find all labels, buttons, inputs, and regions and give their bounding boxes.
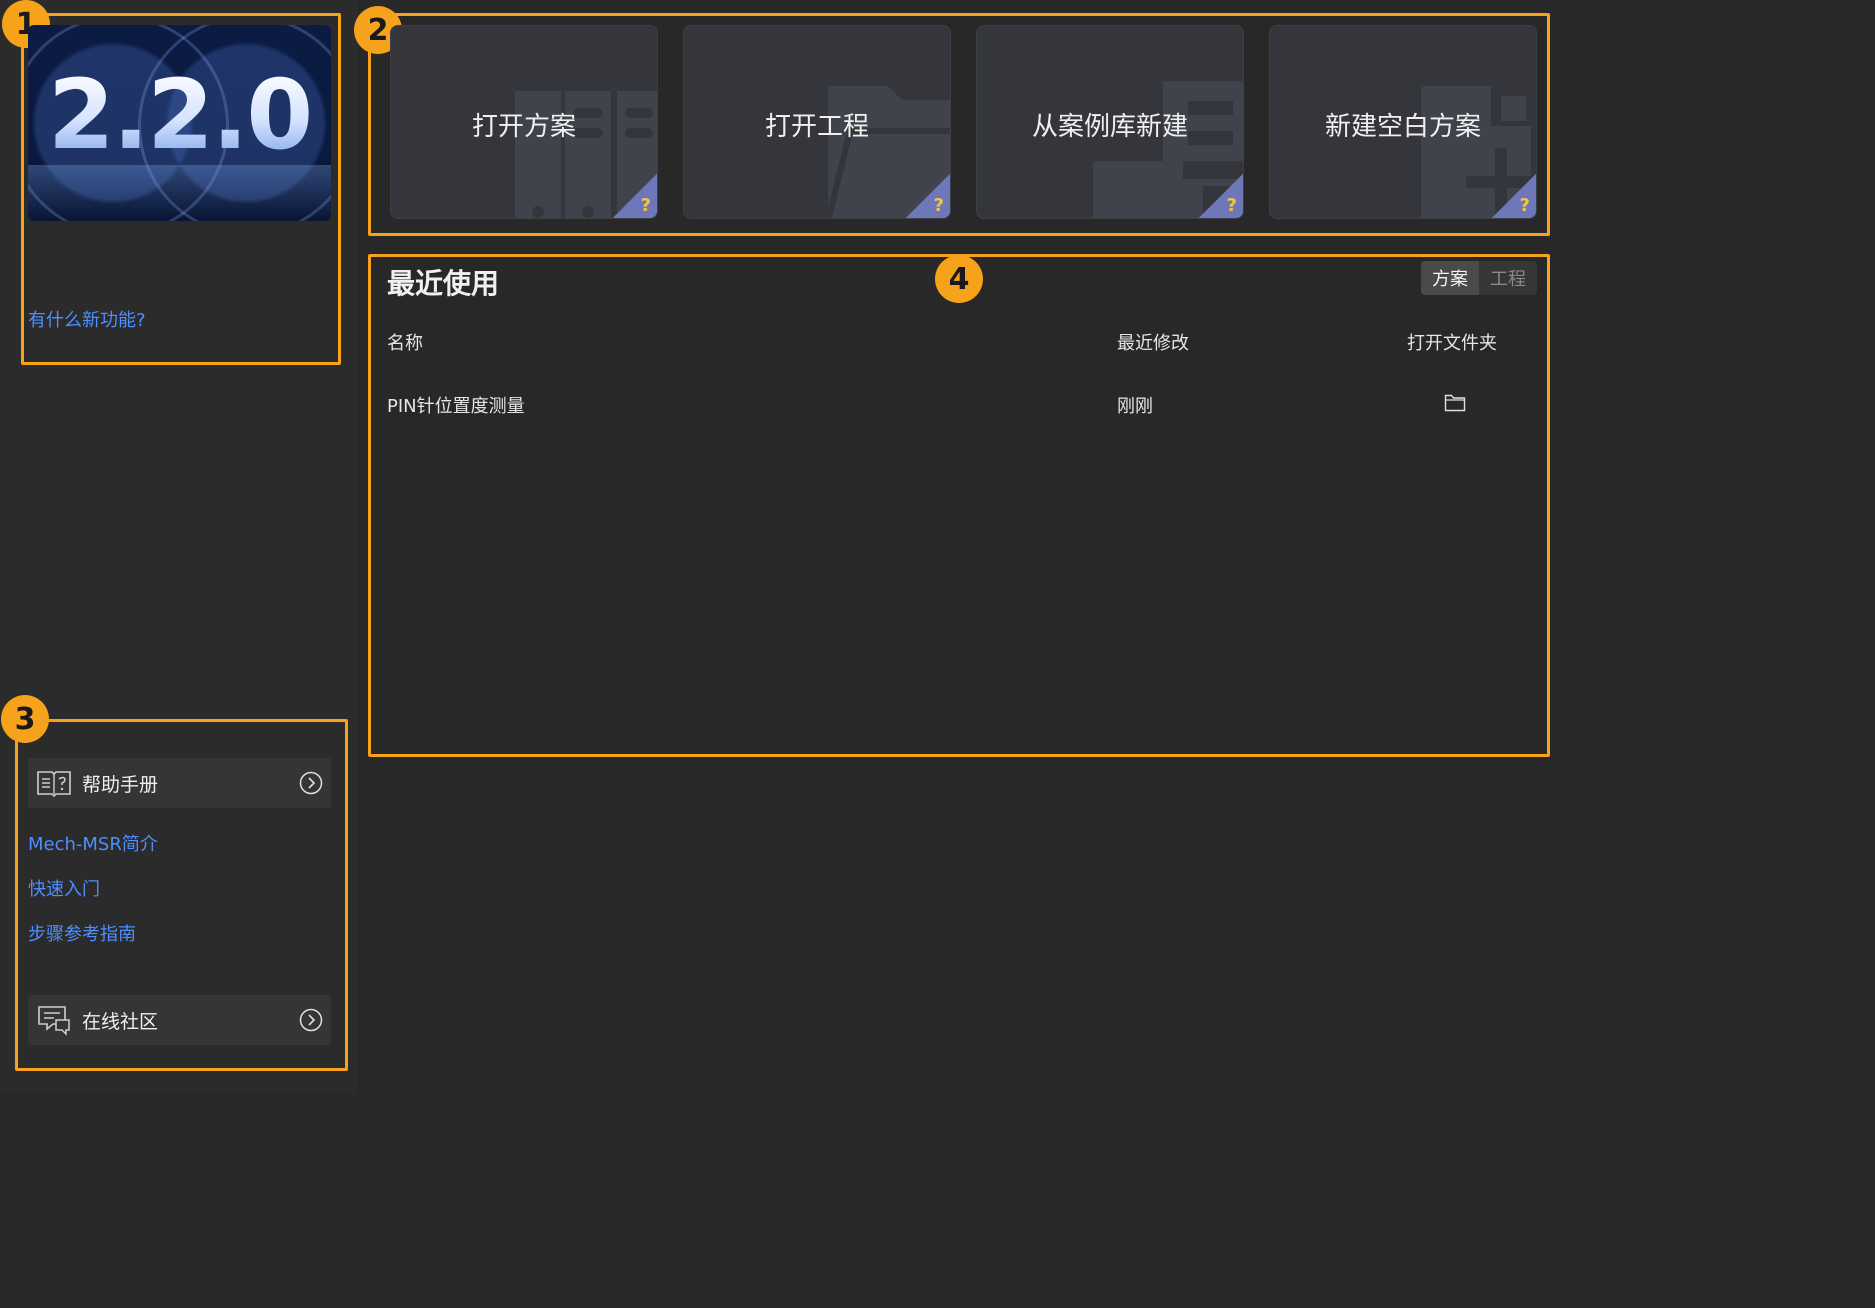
- help-corner-icon[interactable]: ?: [613, 174, 657, 218]
- help-link-step-guide[interactable]: 步骤参考指南: [28, 920, 136, 946]
- whats-new-link[interactable]: 有什么新功能?: [28, 306, 146, 332]
- column-header-modified[interactable]: 最近修改: [1117, 329, 1189, 355]
- version-number: 2.2.0: [28, 65, 331, 165]
- open-solution-card[interactable]: 打开方案 ?: [390, 25, 658, 219]
- community-chat-icon: [38, 1006, 70, 1036]
- new-blank-solution-card[interactable]: 新建空白方案 ?: [1269, 25, 1537, 219]
- new-from-library-label: 从案例库新建: [1031, 112, 1188, 142]
- help-link-intro[interactable]: Mech-MSR简介: [28, 830, 158, 856]
- chevron-right-circle-icon: [299, 1008, 323, 1032]
- online-community-label: 在线社区: [82, 1010, 159, 1033]
- new-blank-solution-label: 新建空白方案: [1324, 112, 1481, 142]
- recent-type-toggle: 方案 工程: [1421, 261, 1537, 295]
- open-folder-icon[interactable]: [1444, 392, 1466, 412]
- column-header-name[interactable]: 名称: [387, 329, 423, 355]
- table-row[interactable]: PIN针位置度测量 刚刚: [380, 382, 1540, 424]
- help-corner-icon[interactable]: ?: [906, 174, 950, 218]
- chevron-right-circle-icon: [299, 771, 323, 795]
- recent-item-modified: 刚刚: [1117, 396, 1153, 417]
- online-community-button[interactable]: 在线社区: [28, 995, 331, 1045]
- new-from-library-card[interactable]: 从案例库新建 ?: [976, 25, 1244, 219]
- open-project-label: 打开工程: [764, 112, 869, 142]
- annotation-marker-4: 4: [935, 255, 983, 303]
- recent-title: 最近使用: [387, 267, 500, 300]
- annotation-marker-3: 3: [1, 695, 49, 743]
- help-link-quickstart[interactable]: 快速入门: [28, 875, 100, 901]
- column-header-open-folder: 打开文件夹: [1407, 333, 1497, 354]
- annotation-frame-4: [368, 254, 1550, 757]
- tab-solution[interactable]: 方案: [1421, 261, 1479, 295]
- version-banner[interactable]: 2.2.0: [28, 25, 331, 221]
- tab-project[interactable]: 工程: [1479, 261, 1537, 295]
- help-manual-button[interactable]: 帮助手册: [28, 758, 331, 808]
- help-corner-icon[interactable]: ?: [1199, 174, 1243, 218]
- open-solution-label: 打开方案: [471, 112, 576, 142]
- recent-item-name: PIN针位置度测量: [387, 396, 525, 417]
- help-corner-icon[interactable]: ?: [1492, 174, 1536, 218]
- manual-book-icon: [37, 771, 71, 798]
- help-manual-label: 帮助手册: [82, 773, 159, 796]
- open-project-card[interactable]: 打开工程 ?: [683, 25, 951, 219]
